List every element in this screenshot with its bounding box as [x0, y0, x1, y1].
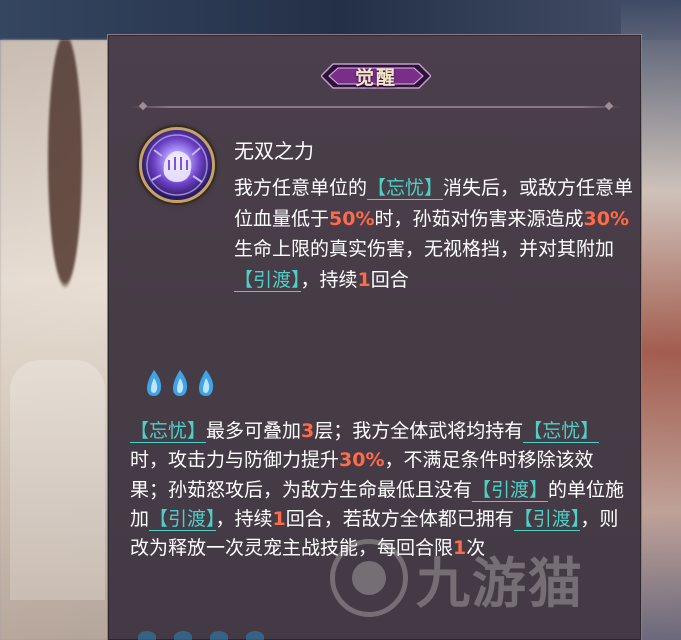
description-text: ，持续 — [300, 268, 358, 291]
highlight-number: 3 — [301, 420, 315, 442]
skill-description: 我方任意单位的【忘忧】消失后，或敌方任意单位血量低于50%时，孙茹对伤害来源造成… — [234, 173, 634, 295]
skill-icon[interactable] — [139, 127, 215, 203]
blue-flame-icon — [194, 368, 219, 398]
description-text: 层；我方全体武将均持有 — [314, 420, 524, 442]
highlight-number: 50% — [329, 207, 375, 230]
skill-name: 无双之力 — [234, 139, 314, 163]
description-text: 生命上限的真实伤害，无视格挡，并对其附加 — [234, 238, 615, 260]
keyword-link[interactable]: 【忘忧】 — [367, 177, 444, 200]
blue-flame-icon — [174, 631, 192, 640]
background-character-body — [10, 360, 105, 600]
description-text: 我方任意单位的 — [234, 177, 368, 199]
description-text: 时，孙茹对伤害来源造成 — [374, 207, 584, 230]
description-text: 次 — [466, 537, 486, 560]
keyword-link[interactable]: 【引渡】 — [149, 507, 216, 531]
highlight-number: 1 — [272, 507, 286, 530]
highlight-number: 1 — [357, 268, 371, 291]
keyword-link[interactable]: 【引渡】 — [234, 268, 301, 292]
awakening-skill-panel: 觉醒 无双之力 我方任意单位的【忘忧】消失后，或敌方任意单位血量低于50%时，孙… — [107, 34, 642, 640]
blue-flame-icon — [168, 368, 193, 398]
blue-flame-icon — [138, 631, 156, 640]
title-divider — [130, 106, 622, 108]
highlight-number: 1 — [453, 537, 467, 560]
description-text: 最多可叠加 — [206, 420, 302, 442]
keyword-link[interactable]: 【引渡】 — [513, 507, 581, 531]
description-text: ，持续 — [215, 507, 273, 530]
blue-flame-icon — [142, 368, 167, 398]
highlight-number: 30% — [583, 207, 629, 230]
purple-energy-fist-icon — [146, 134, 208, 196]
keyword-link[interactable]: 【忘忧】 — [130, 420, 207, 443]
next-section-flames — [138, 631, 264, 640]
highlight-number: 30% — [339, 449, 385, 472]
panel-title: 觉醒 — [354, 66, 397, 89]
flame-stack-indicator — [142, 368, 219, 398]
panel-title-ribbon: 觉醒 — [321, 59, 431, 93]
keyword-link[interactable]: 【忘忧】 — [523, 420, 600, 443]
description-text: 时，攻击力与防御力提升 — [130, 449, 340, 472]
blue-flame-icon — [246, 631, 264, 640]
stack-effect-description: 【忘忧】最多可叠加3层；我方全体武将均持有【忘忧】时，攻击力与防御力提升30%，… — [130, 417, 625, 563]
description-text: 回合 — [370, 268, 409, 291]
blue-flame-icon — [210, 631, 228, 640]
description-text: 回合，若敌方全体都已拥有 — [285, 507, 514, 530]
keyword-link[interactable]: 【引渡】 — [472, 478, 549, 502]
